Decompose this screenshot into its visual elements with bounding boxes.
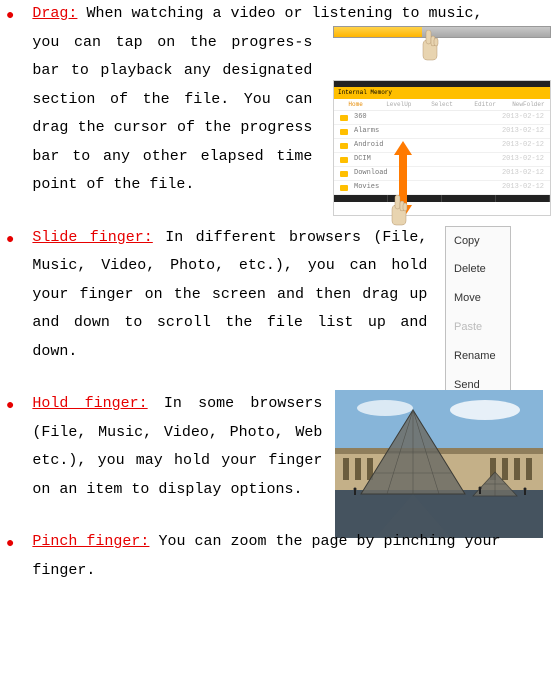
file-browser-illustration: Internal Memory Home LevelUp Select Edit…: [333, 80, 551, 216]
fb-name: 360: [354, 111, 367, 124]
fb-tab: NewFolder: [507, 99, 550, 110]
item-content: Slide finger: In different browsers (Fil…: [32, 224, 553, 367]
progress-bar-illustration: [333, 26, 551, 38]
folder-icon: [340, 185, 348, 191]
folder-icon: [340, 115, 348, 121]
fb-date: 2013-02-12: [502, 167, 544, 180]
list-item-drag: ● Drag: When watching a video or listeni…: [0, 0, 553, 200]
item-content: Hold finger: In some browsers (File, Mus…: [32, 390, 553, 504]
fb-tabs: Home LevelUp Select Editor NewFolder: [334, 99, 550, 111]
fb-date: 2013-02-12: [502, 153, 544, 166]
list-item-hold: ● Hold finger: In some browsers (File, M…: [0, 390, 553, 504]
menu-item: Copy: [446, 227, 510, 256]
fb-header: Internal Memory: [334, 87, 550, 99]
fb-date: 2013-02-12: [502, 111, 544, 124]
fb-date: 2013-02-12: [502, 181, 544, 194]
fb-name: DCIM: [354, 153, 371, 166]
fb-date: 2013-02-12: [502, 139, 544, 152]
fb-tab: LevelUp: [377, 99, 420, 110]
gesture-label: Slide finger:: [32, 229, 152, 246]
fb-date: 2013-02-12: [502, 125, 544, 138]
fb-list: 360 2013-02-12 Alarms 2013-02-12 Android 20…: [334, 111, 550, 195]
fb-row: Download 2013-02-12: [334, 167, 550, 181]
fb-name: Android: [354, 139, 383, 152]
fb-tab: Select: [420, 99, 463, 110]
menu-item: Paste: [446, 313, 510, 342]
gesture-text: In different browsers (File, Music, Vide…: [32, 229, 427, 360]
pointer-hand-icon: [417, 30, 447, 66]
folder-icon: [340, 129, 348, 135]
fb-row: Movies 2013-02-12: [334, 181, 550, 195]
list-item-pinch: ● Pinch finger: You can zoom the page by…: [0, 528, 553, 585]
fb-tab: Home: [334, 99, 377, 110]
gesture-label: Hold finger:: [32, 395, 147, 412]
folder-icon: [340, 157, 348, 163]
gesture-label: Drag:: [32, 5, 77, 22]
fb-name: Movies: [354, 181, 379, 194]
menu-item: Move: [446, 284, 510, 313]
folder-icon: [340, 171, 348, 177]
fb-row: DCIM 2013-02-12: [334, 153, 550, 167]
fb-row: 360 2013-02-12: [334, 111, 550, 125]
gesture-text-rest: you can tap on the progres-s bar to play…: [32, 29, 312, 200]
item-content: Drag: When watching a video or listening…: [32, 0, 553, 200]
bullet-icon: ●: [6, 3, 14, 30]
fb-tab: Editor: [464, 99, 507, 110]
fb-row: Android 2013-02-12: [334, 139, 550, 153]
bullet-icon: ●: [6, 531, 14, 558]
bullet-icon: ●: [6, 393, 14, 420]
folder-icon: [340, 143, 348, 149]
gesture-text-first-line: When watching a video or listening to mu…: [86, 5, 482, 22]
fb-name: Download: [354, 167, 388, 180]
progress-fill: [334, 27, 422, 37]
gesture-label: Pinch finger:: [32, 533, 149, 550]
item-content: Pinch finger: You can zoom the page by p…: [32, 528, 553, 585]
list-item-slide: ● Slide finger: In different browsers (F…: [0, 224, 553, 367]
menu-item: Rename: [446, 342, 510, 371]
menu-item: Delete: [446, 255, 510, 284]
fb-name: Alarms: [354, 125, 379, 138]
louvre-photo: [335, 390, 543, 538]
fb-row: Alarms 2013-02-12: [334, 125, 550, 139]
fb-navbar: [334, 195, 550, 202]
bullet-icon: ●: [6, 227, 14, 254]
